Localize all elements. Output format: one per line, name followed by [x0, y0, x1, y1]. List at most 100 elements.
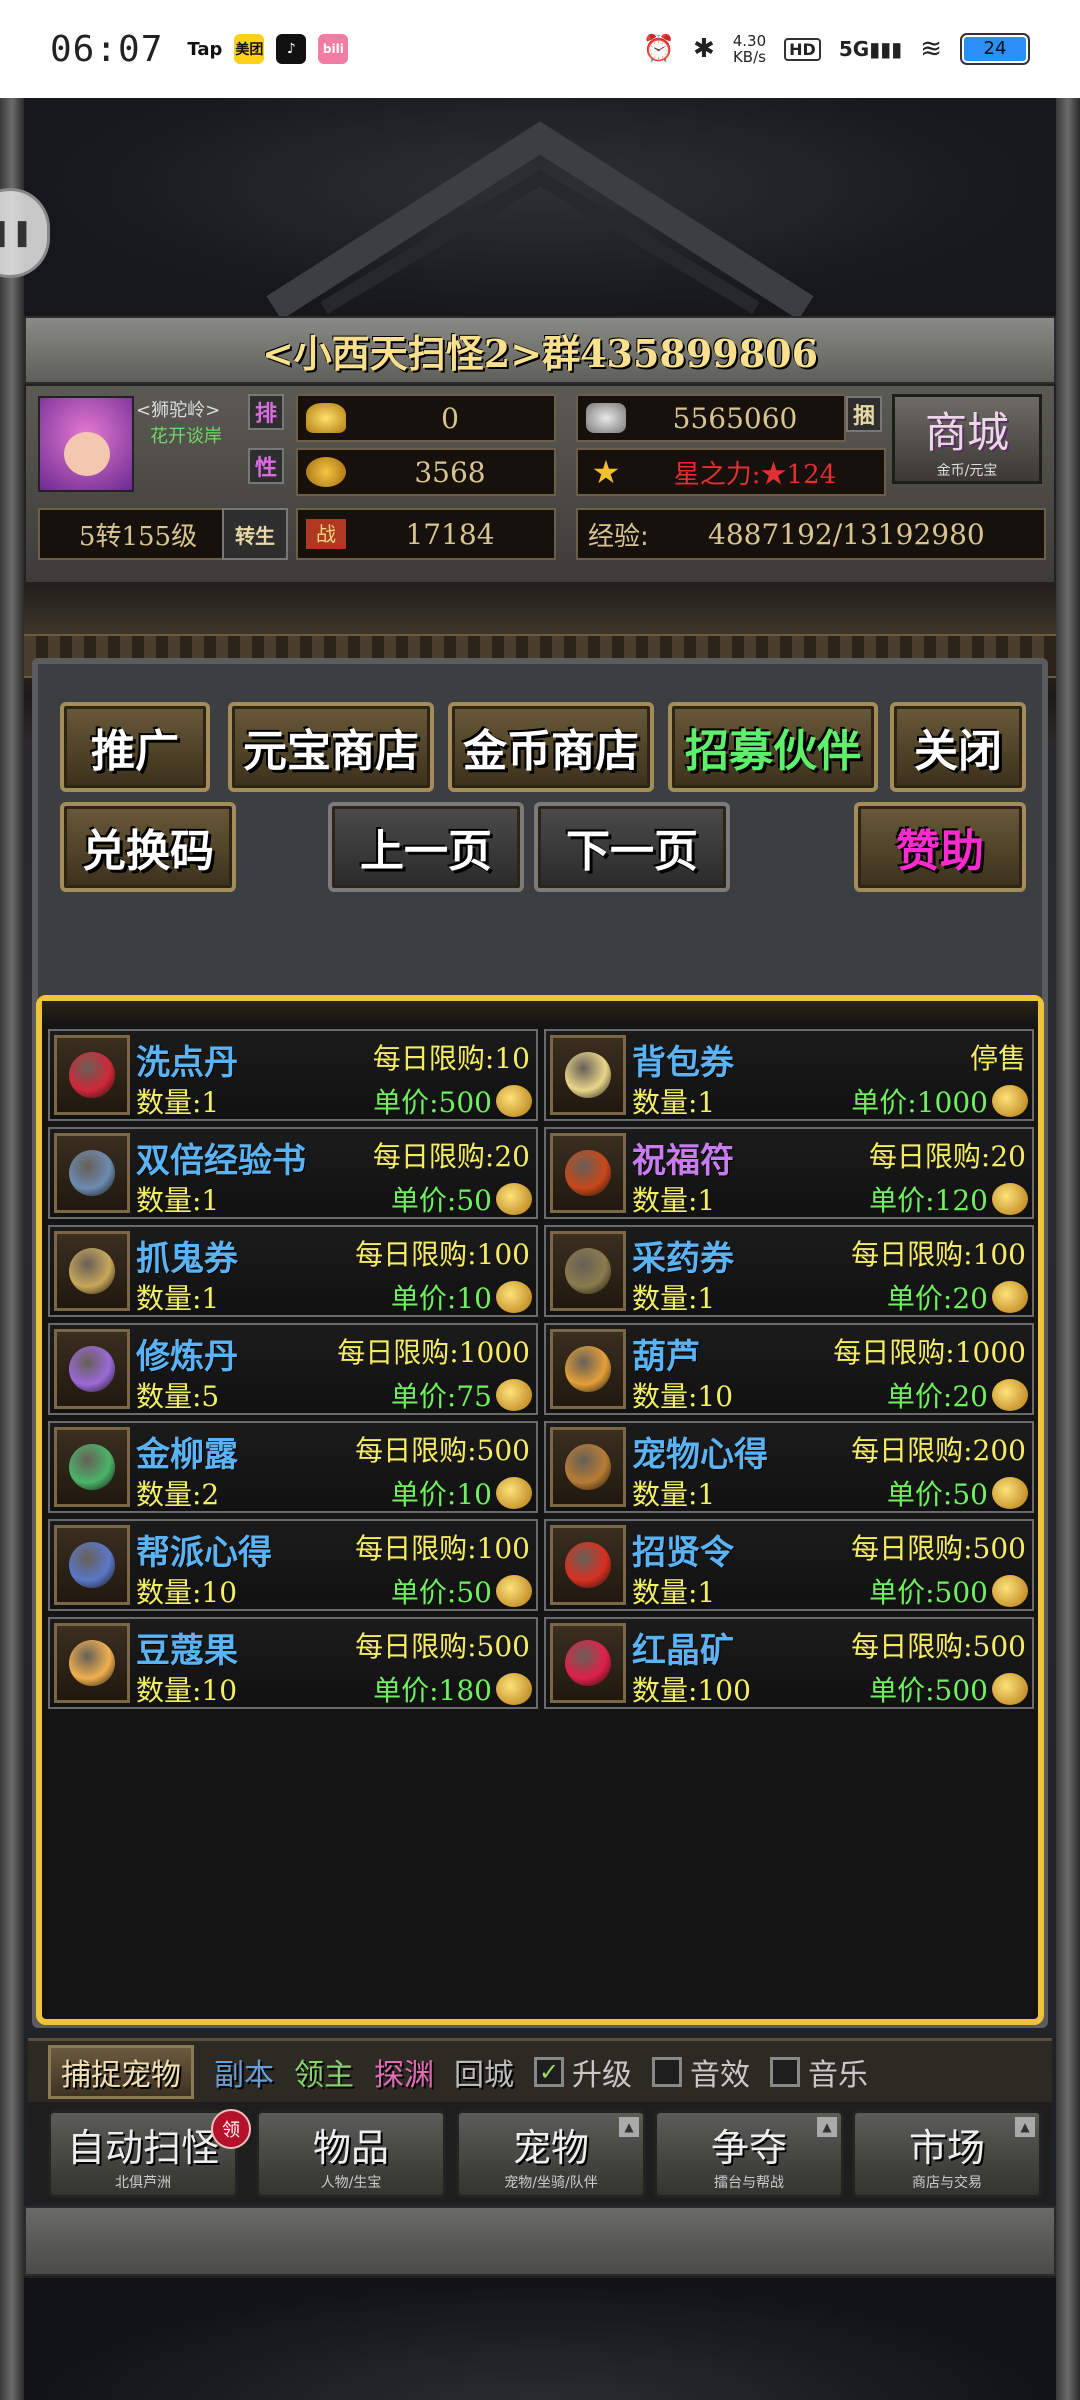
shop-item[interactable]: 金柳露 数量:2 每日限购:500 单价:10 — [48, 1421, 538, 1513]
pets-button[interactable]: ▲ 宠物 宠物/坐骑/队伴 — [456, 2110, 646, 2198]
item-quantity: 数量:1 — [632, 1576, 716, 1609]
player-avatar[interactable] — [38, 396, 134, 492]
shop-item[interactable]: 洗点丹 数量:1 每日限购:10 单价:500 — [48, 1029, 538, 1121]
promote-button[interactable]: 推广 — [60, 702, 210, 792]
item-icon-shape — [69, 1052, 115, 1098]
item-quantity: 数量:100 — [632, 1674, 751, 1707]
exp-value: 4887192/13192980 — [708, 517, 985, 551]
dungeon-tab[interactable]: 副本 — [214, 2050, 274, 2094]
shop-item[interactable]: 招贤令 数量:1 每日限购:500 单价:500 — [544, 1519, 1034, 1611]
item-icon — [550, 1231, 626, 1311]
reincarnate-button[interactable]: 转生 — [222, 508, 288, 560]
contest-button[interactable]: ▲ 争夺 擂台与帮战 — [654, 2110, 844, 2198]
capture-pet-tab[interactable]: 捕捉宠物 — [48, 2044, 194, 2099]
shop-item[interactable]: 祝福符 数量:1 每日限购:20 单价:120 — [544, 1127, 1034, 1219]
item-icon-shape — [565, 1052, 611, 1098]
player-nickname: 花开谈岸 — [150, 426, 222, 447]
claim-badge[interactable]: 领 — [211, 2109, 251, 2149]
item-daily-limit: 停售 — [969, 1042, 1026, 1075]
shop-item[interactable]: 红晶矿 数量:100 每日限购:500 单价:500 — [544, 1617, 1034, 1709]
item-quantity: 数量:1 — [632, 1184, 716, 1217]
item-name: 抓鬼券 — [136, 1239, 238, 1279]
bundle-button[interactable]: 捆 — [846, 396, 882, 432]
next-page-button[interactable]: 下一页 — [534, 802, 730, 892]
item-name: 招贤令 — [632, 1533, 734, 1573]
market-button[interactable]: ▲ 市场 商店与交易 — [852, 2110, 1042, 2198]
rank-button[interactable]: 排 — [248, 394, 284, 430]
market-label: 市场 — [908, 2125, 985, 2170]
gold-cell: 3568 — [296, 448, 556, 496]
net-speed: 4.30 KB/s — [733, 33, 766, 65]
shop-item[interactable]: 帮派心得 数量:10 每日限购:100 单价:50 — [48, 1519, 538, 1611]
temple-roof-background — [24, 98, 1056, 318]
toggle-levelup[interactable]: ✓ 升级 — [534, 2050, 632, 2094]
item-icon — [54, 1525, 130, 1605]
prev-page-label: 上一页 — [360, 826, 492, 877]
item-icon — [550, 1623, 626, 1703]
battery-icon: 24 — [960, 33, 1030, 65]
checkbox-music[interactable] — [770, 2056, 800, 2087]
item-quantity: 数量:2 — [136, 1478, 220, 1511]
recruit-partner-button[interactable]: 招募伙伴 — [668, 702, 878, 792]
checkbox-levelup[interactable]: ✓ — [534, 2056, 564, 2087]
checkbox-sound[interactable] — [652, 2056, 682, 2087]
toggle-music[interactable]: 音乐 — [770, 2050, 868, 2094]
gold-coin-icon — [496, 1085, 532, 1117]
item-icon-shape — [69, 1248, 115, 1294]
item-quantity: 数量:10 — [632, 1380, 734, 1413]
prev-page-button[interactable]: 上一页 — [328, 802, 524, 892]
item-daily-limit: 每日限购:1000 — [833, 1336, 1026, 1369]
contest-sublabel: 擂台与帮战 — [714, 2174, 784, 2191]
shop-item[interactable]: 双倍经验书 数量:1 每日限购:20 单价:50 — [48, 1127, 538, 1219]
shop-item[interactable]: 豆蔻果 数量:10 每日限购:500 单价:180 — [48, 1617, 538, 1709]
explore-tab[interactable]: 探渊 — [374, 2050, 434, 2094]
item-daily-limit: 每日限购:500 — [851, 1630, 1026, 1663]
mall-sublabel: 金币/元宝 — [936, 462, 998, 479]
signal-label: 5G — [838, 37, 870, 61]
item-icon-shape — [565, 1150, 611, 1196]
meituan-icon: 美团 — [234, 34, 265, 64]
avatar-face — [64, 432, 110, 476]
pause-icon: ❚❚ — [0, 218, 33, 248]
yuanbao-icon — [306, 403, 346, 433]
item-icon-shape — [69, 1640, 115, 1686]
player-faction: <狮驼岭> — [136, 400, 221, 421]
return-city-tab[interactable]: 回城 — [454, 2050, 514, 2094]
items-button[interactable]: 物品 人物/生宝 — [256, 2110, 446, 2198]
attribute-button[interactable]: 性 — [248, 448, 284, 484]
item-icon-shape — [69, 1150, 115, 1196]
toggle-sound[interactable]: 音效 — [652, 2050, 750, 2094]
yuanbao-shop-button[interactable]: 元宝商店 — [228, 702, 434, 792]
shop-item[interactable]: 采药券 数量:1 每日限购:100 单价:20 — [544, 1225, 1034, 1317]
shop-item[interactable]: 葫芦 数量:10 每日限购:1000 单价:20 — [544, 1323, 1034, 1415]
gold-coin-icon — [496, 1575, 532, 1607]
signal-icon: 5G▮▮▮ — [838, 37, 903, 61]
item-icon-shape — [565, 1640, 611, 1686]
server-title-text: <小西天扫怪2>群435899806 — [261, 330, 819, 376]
redeem-code-button[interactable]: 兑换码 — [60, 802, 236, 892]
items-sublabel: 人物/生宝 — [320, 2174, 382, 2191]
boss-tab[interactable]: 领主 — [294, 2050, 354, 2094]
item-icon — [54, 1035, 130, 1115]
item-icon — [54, 1623, 130, 1703]
shop-item[interactable]: 抓鬼券 数量:1 每日限购:100 单价:10 — [48, 1225, 538, 1317]
gold-coin-icon — [992, 1477, 1028, 1509]
expand-up-icon: ▲ — [817, 2117, 837, 2137]
shop-item[interactable]: 宠物心得 数量:1 每日限购:200 单价:50 — [544, 1421, 1034, 1513]
list-ornament — [42, 1001, 1038, 1025]
gold-shop-button[interactable]: 金币商店 — [448, 702, 654, 792]
gold-coin-icon — [496, 1477, 532, 1509]
shop-item[interactable]: 背包券 数量:1 停售 单价:1000 — [544, 1029, 1034, 1121]
item-price: 单价:10 — [390, 1478, 492, 1511]
mall-button[interactable]: 商城 金币/元宝 — [892, 394, 1042, 484]
shop-item[interactable]: 修炼丹 数量:5 每日限购:1000 单价:75 — [48, 1323, 538, 1415]
sponsor-button[interactable]: 赞助 — [854, 802, 1026, 892]
gold-coin-icon — [496, 1281, 532, 1313]
redeem-code-label: 兑换码 — [82, 826, 214, 877]
toggle-sound-label: 音效 — [690, 2057, 750, 2093]
gold-coin-icon — [496, 1379, 532, 1411]
items-label: 物品 — [312, 2125, 389, 2170]
auto-hunt-button[interactable]: 领 自动扫怪 北俱芦洲 — [48, 2109, 251, 2198]
close-button[interactable]: 关闭 — [890, 702, 1026, 792]
item-price: 单价:20 — [886, 1380, 988, 1413]
